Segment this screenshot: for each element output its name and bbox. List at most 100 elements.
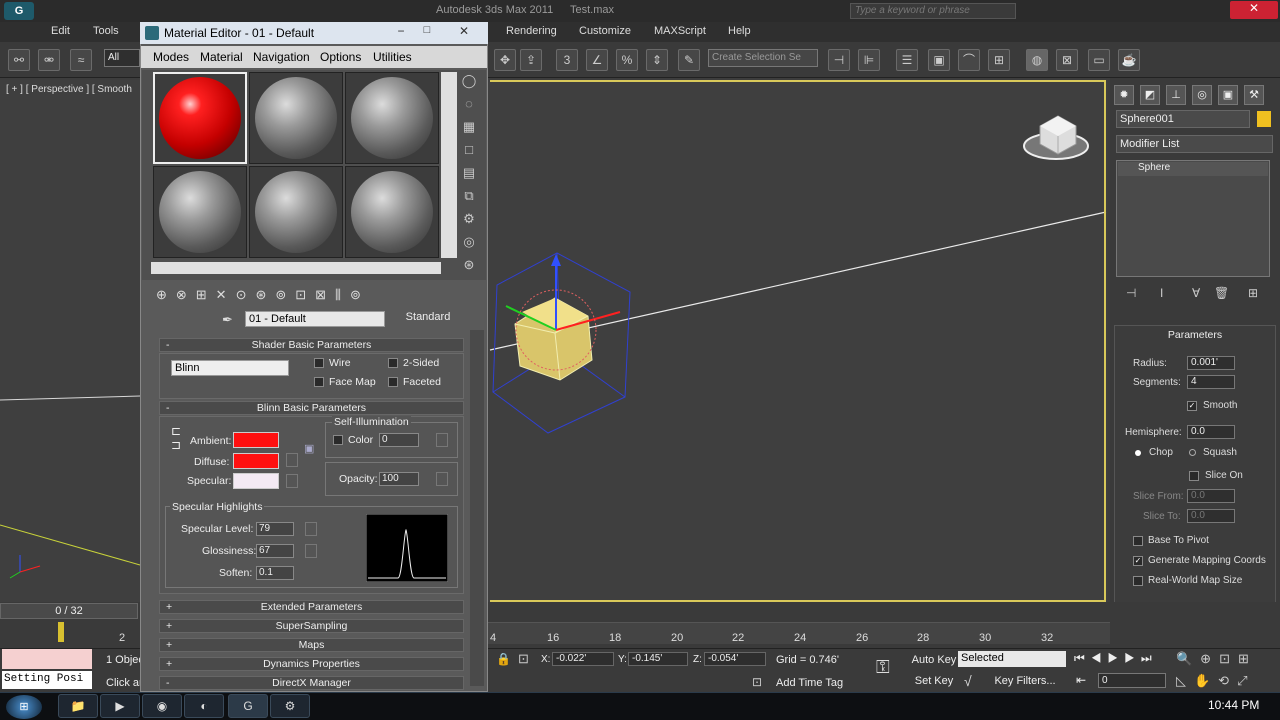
face-map-checkbox[interactable] <box>314 377 324 387</box>
opacity-spinner[interactable]: 100 <box>379 472 419 486</box>
maximize-icon[interactable]: □ <box>420 24 434 38</box>
menu-customize[interactable]: Customize <box>579 25 631 37</box>
menu-maxscript[interactable]: MAXScript <box>654 25 706 37</box>
hierarchy-tab-icon[interactable]: ⊥ <box>1166 85 1186 105</box>
eyedropper-icon[interactable]: ✒ <box>222 312 233 328</box>
app-taskbar-icon[interactable]: ⚙ <box>270 694 310 718</box>
create-tab-icon[interactable]: ✹ <box>1114 85 1134 105</box>
slice-from-spinner[interactable]: 0.0 <box>1187 489 1235 503</box>
link-icon[interactable]: ⚯ <box>8 49 30 71</box>
graphite-icon[interactable]: ▣ <box>928 49 950 71</box>
select-by-material-icon[interactable]: ◎ <box>460 233 478 251</box>
absolute-mode-icon[interactable]: ⊡ <box>518 651 529 667</box>
bind-space-warp-icon[interactable]: ≈ <box>70 49 92 71</box>
max-logo-icon[interactable]: G <box>4 2 34 20</box>
squash-radio[interactable] <box>1189 449 1196 456</box>
key-mode-dropdown[interactable]: Selected <box>958 651 1066 667</box>
lock-selection-icon[interactable]: 🔒 <box>496 652 511 666</box>
sample-slot[interactable] <box>153 72 247 164</box>
set-key-button[interactable]: Set Key <box>910 672 958 690</box>
self-illum-color-checkbox[interactable] <box>333 435 343 445</box>
remove-modifier-icon[interactable]: 🗑 <box>1214 286 1229 300</box>
menu-help[interactable]: Help <box>728 25 751 37</box>
snap-3d-icon[interactable]: 3 <box>556 49 578 71</box>
hemisphere-spinner[interactable]: 0.0 <box>1187 425 1235 439</box>
material-toolbar-icons[interactable]: ⊕⊗⊞✕⊙⊛⊚⊡⊠⫼⊚ <box>156 287 370 303</box>
me-menu-utilities[interactable]: Utilities <box>373 50 412 64</box>
sample-type-icon[interactable]: ◯ <box>460 72 478 90</box>
options-icon[interactable]: ⚙ <box>460 210 478 228</box>
me-menu-navigation[interactable]: Navigation <box>253 50 310 64</box>
uv-tiling-icon[interactable]: □ <box>460 141 478 159</box>
slots-vertical-scrollbar[interactable] <box>441 72 457 258</box>
rollout-maps[interactable]: + Maps <box>159 638 464 652</box>
spec-level-spinner[interactable]: 79 <box>256 522 294 536</box>
rollout-extended-parameters[interactable]: + Extended Parameters <box>159 600 464 614</box>
reference-coord-icon[interactable]: ⇪ <box>520 49 542 71</box>
y-coordinate-field[interactable]: -0.145' <box>628 652 688 666</box>
playback-controls[interactable]: ⏮◀▶▶⏭ <box>1074 651 1158 666</box>
viewport-label[interactable]: [ + ] [ Perspective ] [ Smooth <box>6 84 132 95</box>
z-coordinate-field[interactable]: -0.054' <box>704 652 766 666</box>
maxscript-listener[interactable] <box>2 649 92 669</box>
auto-key-button[interactable]: Auto Key <box>910 651 958 669</box>
menu-tools[interactable]: Tools <box>93 25 119 37</box>
maxscript-output[interactable]: Setting Posi <box>2 671 92 689</box>
show-end-result-icon[interactable]: I <box>1160 286 1163 300</box>
shader-dropdown[interactable]: Blinn <box>171 360 289 376</box>
params-title[interactable]: Parameters <box>1121 329 1269 343</box>
key-mode-icon[interactable]: ⇤ <box>1076 673 1086 687</box>
start-button-icon[interactable]: ⊞ <box>6 695 42 719</box>
soften-spinner[interactable]: 0.1 <box>256 566 294 580</box>
rollout-dynamics-properties[interactable]: + Dynamics Properties <box>159 657 464 671</box>
rollout-supersampling[interactable]: + SuperSampling <box>159 619 464 633</box>
close-icon[interactable]: ✕ <box>446 24 482 40</box>
viewport-nav-controls-2[interactable]: ◺✋⟲⤢ <box>1176 673 1255 689</box>
object-color-swatch[interactable] <box>1257 111 1271 127</box>
selection-filter[interactable]: All <box>104 49 140 67</box>
video-color-check-icon[interactable]: ▤ <box>460 164 478 182</box>
backlight-icon[interactable]: ◌ <box>460 95 478 113</box>
time-tag-icon[interactable]: ⊡ <box>752 675 762 689</box>
move-icon[interactable]: ✥ <box>494 49 516 71</box>
spec-level-map-button[interactable] <box>305 522 317 536</box>
me-menu-modes[interactable]: Modes <box>153 50 189 64</box>
sample-slot[interactable] <box>249 166 343 258</box>
slots-horizontal-scrollbar[interactable] <box>151 262 441 274</box>
slice-on-checkbox[interactable] <box>1189 471 1199 481</box>
key-tangent-icon[interactable]: √ <box>964 673 972 689</box>
motion-tab-icon[interactable]: ◎ <box>1192 85 1212 105</box>
display-tab-icon[interactable]: ▣ <box>1218 85 1238 105</box>
time-slider[interactable]: 0 / 32 <box>0 603 138 619</box>
layer-manager-icon[interactable]: ☰ <box>896 49 918 71</box>
blinn-rollout-header[interactable]: - Blinn Basic Parameters <box>159 401 464 415</box>
minimize-icon[interactable]: − <box>394 24 408 38</box>
material-type-button[interactable]: Standard <box>393 311 463 327</box>
material-navigator-icon[interactable]: ⊛ <box>460 256 478 274</box>
object-name-field[interactable]: Sphere001 <box>1116 110 1250 128</box>
pin-stack-icon[interactable]: ⊣ <box>1126 286 1136 300</box>
percent-snap-icon[interactable]: % <box>616 49 638 71</box>
make-unique-icon[interactable]: ∀ <box>1192 286 1200 300</box>
modifier-list-dropdown[interactable]: Modifier List <box>1116 135 1273 153</box>
menu-rendering[interactable]: Rendering <box>506 25 557 37</box>
opacity-map-button[interactable] <box>436 472 448 486</box>
named-selection-set[interactable]: Create Selection Se <box>708 49 818 67</box>
faceted-checkbox[interactable] <box>388 377 398 387</box>
base-to-pivot-checkbox[interactable] <box>1133 536 1143 546</box>
slice-to-spinner[interactable]: 0.0 <box>1187 509 1235 523</box>
shader-rollout-header[interactable]: - Shader Basic Parameters <box>159 338 464 352</box>
specular-map-button[interactable] <box>286 474 298 488</box>
rollout-directx-manager[interactable]: - DirectX Manager <box>159 676 464 690</box>
real-world-checkbox[interactable] <box>1133 576 1143 586</box>
make-preview-icon[interactable]: ⧉ <box>460 187 478 205</box>
curve-editor-icon[interactable]: ⌒ <box>958 49 980 71</box>
chop-radio[interactable] <box>1135 450 1141 456</box>
firefox-taskbar-icon[interactable]: ◐ <box>184 694 224 718</box>
viewport-nav-controls[interactable]: 🔍⊕⊡⊞ <box>1176 651 1257 667</box>
edit-named-sel-icon[interactable]: ✎ <box>678 49 700 71</box>
sample-slot[interactable] <box>345 72 439 164</box>
3dsmax-taskbar-icon[interactable]: G <box>228 694 268 718</box>
glossiness-map-button[interactable] <box>305 544 317 558</box>
chrome-taskbar-icon[interactable]: ◉ <box>142 694 182 718</box>
